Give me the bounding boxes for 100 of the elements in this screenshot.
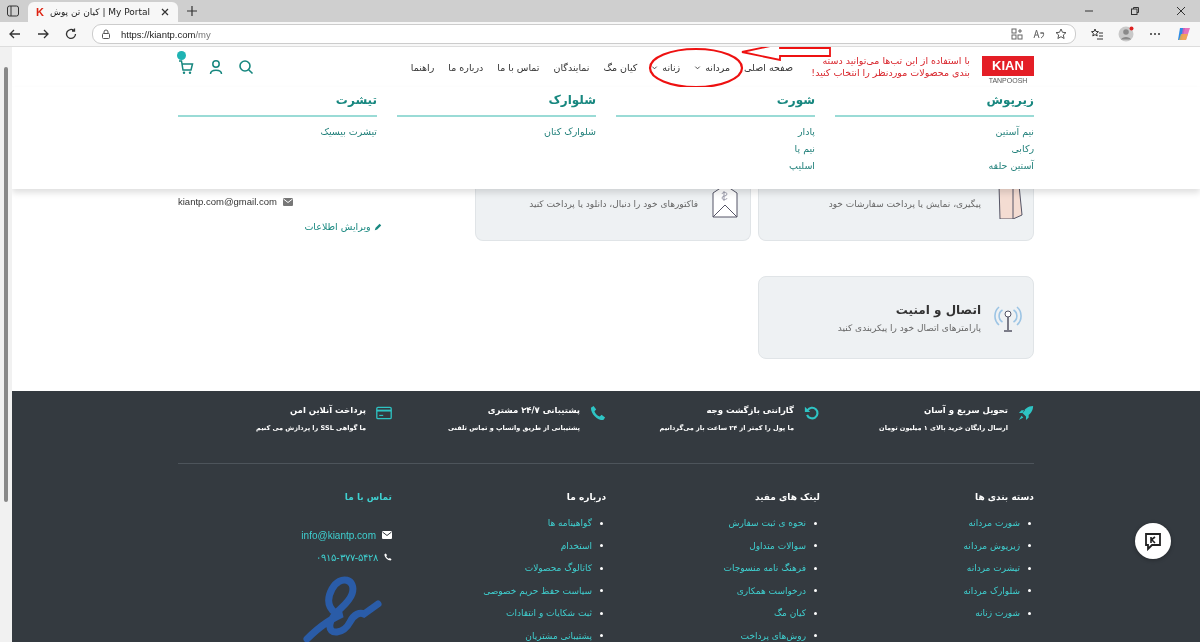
bullet-icon [814, 521, 817, 525]
translate-icon[interactable] [1033, 28, 1045, 40]
back-icon[interactable] [8, 27, 22, 41]
footer-link[interactable]: نحوه ی ثبت سفارش [728, 518, 806, 529]
credit-card-icon [376, 405, 392, 421]
footer-link[interactable]: زیرپوش مردانه [963, 540, 1020, 551]
envelope-icon [282, 196, 293, 207]
copilot-icon[interactable] [1176, 26, 1192, 42]
footer-column-title: تماس با ما [343, 492, 392, 502]
menu-category-title[interactable]: شلوارک [397, 93, 596, 117]
bullet-icon [1028, 521, 1031, 525]
scrollbar[interactable] [0, 47, 12, 642]
menu-item-link[interactable]: پادار [616, 123, 815, 140]
bullet-icon [600, 566, 603, 570]
footer-link[interactable]: شورت زنانه [975, 608, 1020, 619]
contact-email-link[interactable]: info@kiantp.com [301, 529, 376, 541]
footer-link[interactable]: سیاست حفظ حریم خصوصی [483, 585, 592, 596]
menu-item-link[interactable]: نیم آستین [835, 123, 1034, 140]
feature-title: پشتیبانی ۲۴/۷ مشتری [486, 405, 580, 415]
feature-title: پرداخت آنلاین امن [288, 405, 366, 415]
phone-icon [590, 405, 606, 421]
card-description: پیگیری، نمایش یا پرداخت سفارشات خود [828, 199, 981, 209]
footer-link[interactable]: شلوارک مردانه [963, 585, 1020, 596]
menu-item-link[interactable]: تیشرت بیسیک [178, 123, 377, 140]
footer-link[interactable]: پشتیبانی مشتریان [525, 630, 592, 641]
menu-category-title[interactable]: شورت [616, 93, 815, 117]
security-card[interactable]: اتصال و امنیت پارامترهای اتصال خود را پیکربندی کنید [758, 276, 1034, 359]
address-field[interactable]: https://kiantp.com/my [92, 24, 1076, 44]
menu-item-link[interactable]: آستین حلقه [835, 157, 1034, 174]
search-icon[interactable] [238, 59, 254, 75]
refresh-icon [804, 405, 820, 421]
phone-icon [384, 553, 392, 561]
sidebar-icon[interactable] [6, 4, 20, 18]
footer-link[interactable]: تیشرت مردانه [966, 563, 1020, 574]
bullet-icon [600, 521, 603, 525]
account-card[interactable]: پیگیری، نمایش یا پرداخت سفارشات خود [758, 189, 1034, 241]
chat-icon [1143, 531, 1163, 551]
footer-link[interactable]: سوالات متداول [749, 540, 806, 551]
footer-link[interactable]: کیان مگ [773, 608, 806, 619]
site-logo[interactable]: KIAN [982, 55, 1034, 76]
footer-column-title: لینک های مفید [754, 492, 820, 502]
restore-icon[interactable] [1130, 6, 1140, 16]
bullet-icon [600, 544, 603, 548]
bullet-icon [1028, 566, 1031, 570]
nav-link[interactable]: زنانه [651, 61, 681, 73]
footer-link[interactable]: شورت مردانه [968, 518, 1020, 529]
footer-column-title: درباره ما [565, 492, 606, 502]
nav-link[interactable]: درباره ما [448, 61, 484, 73]
bullet-icon [1028, 544, 1031, 548]
card-title: اتصال و امنیت [894, 302, 981, 317]
rocket-icon [1018, 405, 1034, 421]
footer-link[interactable]: ثبت شکایات و انتقادات [506, 608, 592, 619]
nav-link[interactable]: راهنما [410, 61, 435, 73]
profile-avatar-icon[interactable] [1118, 26, 1134, 42]
footer-link[interactable]: استخدام [560, 540, 592, 551]
tab-title: کیان تن پوش | My Portal [49, 7, 152, 17]
new-tab-icon[interactable] [186, 5, 198, 17]
nav-link[interactable]: صفحه اصلی [744, 61, 793, 73]
bullet-icon [1028, 611, 1031, 615]
close-window-icon[interactable] [1176, 6, 1186, 16]
cart-badge [177, 51, 186, 60]
edit-info-link[interactable]: ویرایش اطلاعات [304, 221, 382, 232]
menu-category-title[interactable]: زیرپوش [835, 93, 1034, 117]
bullet-icon [814, 634, 817, 638]
star-icon[interactable] [1055, 28, 1067, 40]
cart-icon[interactable] [178, 59, 194, 75]
nav-link[interactable]: نمایندگان [553, 61, 590, 73]
email-text: kiantp.com@gmail.com [178, 196, 277, 207]
footer-link[interactable]: گواهینامه ها [547, 518, 592, 529]
contact-phone-link[interactable]: ۰۹۱۵-۳۷۷-۵۴۲۸ [316, 551, 378, 563]
close-icon[interactable] [160, 7, 170, 17]
account-card[interactable]: فاکتورهای خود را دنبال، دانلود یا پرداخت کنید [475, 189, 751, 241]
favorites-icon[interactable] [1090, 27, 1104, 41]
nav-link[interactable]: کیان مگ [603, 61, 638, 73]
footer-link[interactable]: درخواست همکاری [736, 585, 806, 596]
menu-item-link[interactable]: رکابی [835, 140, 1034, 157]
bullet-icon [814, 589, 817, 593]
footer-link[interactable]: فرهنگ نامه منسوجات [723, 563, 806, 574]
feature-title: گارانتی بازگشت وجه [705, 405, 794, 415]
menu-item-link[interactable]: شلوارک کتان [397, 123, 596, 140]
menu-item-link[interactable]: نیم پا [616, 140, 815, 157]
annotation-text: با استفاده از این تب‌ها می‌توانید دسته بندی محصولات موردنظر را انتخاب کنید! [810, 55, 970, 79]
bullet-icon [814, 544, 817, 548]
card-description: فاکتورهای خود را دنبال، دانلود یا پرداخت کنید [529, 199, 698, 209]
footer-link[interactable]: روش‌های پرداخت [740, 630, 806, 641]
nav-link[interactable]: مردانه [694, 61, 731, 73]
feature-title: تحویل سریع و آسان [923, 405, 1008, 415]
menu-category-title[interactable]: تیشرت [178, 93, 377, 117]
footer-link[interactable]: کاتالوگ محصولات [524, 563, 592, 574]
user-icon[interactable] [208, 59, 224, 75]
bullet-icon [814, 566, 817, 570]
menu-item-link[interactable]: اسلیپ [616, 157, 815, 174]
envelope-icon [382, 530, 392, 540]
bullet-icon [814, 611, 817, 615]
nav-link[interactable]: تماس با ما [497, 61, 540, 73]
bullet-icon [600, 589, 603, 593]
apps-icon[interactable] [1011, 28, 1023, 40]
forward-icon[interactable] [36, 27, 50, 41]
reload-icon[interactable] [64, 27, 78, 41]
footer-column-title: دسته بندی ها [974, 492, 1034, 502]
